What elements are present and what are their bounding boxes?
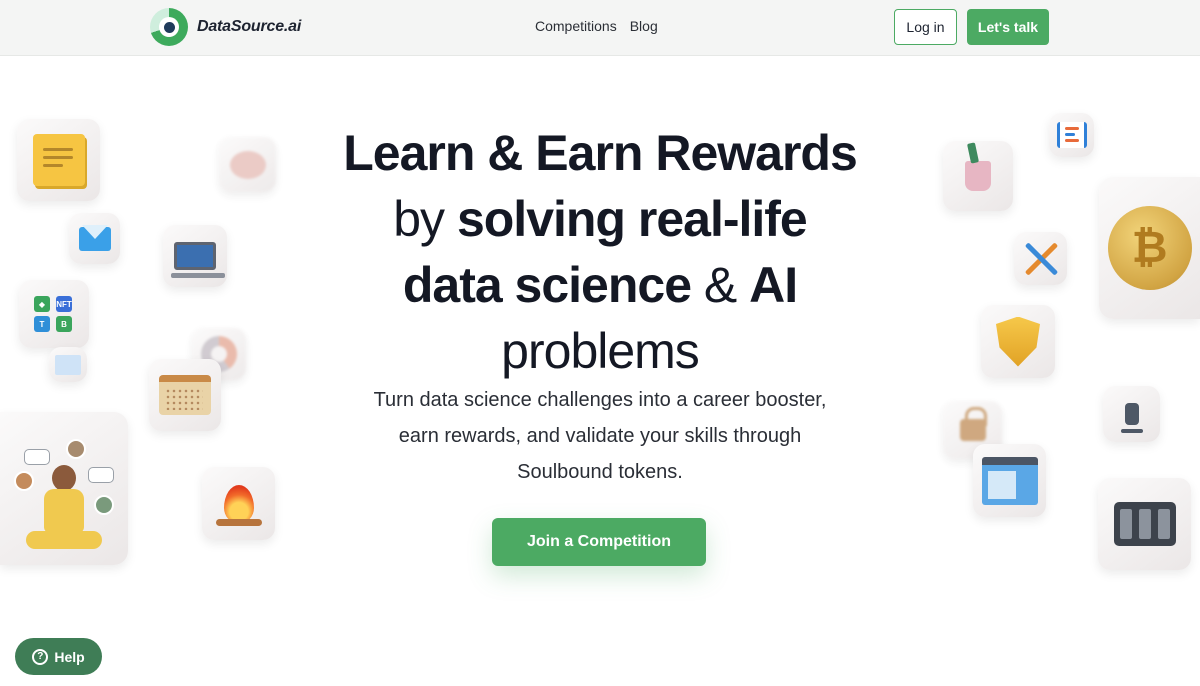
t-token-label: T [34, 316, 50, 332]
help-label: Help [54, 648, 85, 665]
bitcoin-tile: ₿ [1099, 177, 1200, 319]
lets-talk-button[interactable]: Let's talk [967, 9, 1049, 45]
person-meditating-illustration [14, 419, 114, 559]
laptop-tile [163, 225, 227, 287]
envelope-icon [78, 224, 111, 251]
calendar-tile [149, 359, 221, 431]
nav-link-blog[interactable]: Blog [630, 18, 658, 34]
sticky-note-icon [32, 134, 85, 186]
laptop-icon [171, 242, 225, 278]
mail-tile [69, 213, 120, 264]
server-tile [1098, 478, 1191, 570]
browser-window-tile [973, 444, 1046, 517]
join-competition-button[interactable]: Join a Competition [492, 518, 706, 566]
meditation-person-tile [0, 412, 128, 565]
browser-window-icon [981, 456, 1038, 505]
nft-token-label: NFT [56, 296, 72, 312]
line-chart-icon [55, 354, 81, 375]
hero-title-line2-thin: by [393, 191, 457, 247]
main-nav: Competitions Blog [535, 18, 658, 34]
brand-name: DataSource.ai [197, 18, 302, 35]
crypto-tokens-tile: ◆ NFT T B [19, 280, 89, 348]
sticky-note-tile [17, 119, 100, 201]
nav-link-competitions[interactable]: Competitions [535, 18, 617, 34]
hero-title: Learn & Earn Rewards by solving real-lif… [300, 120, 900, 384]
pencil-ruler-icon [1024, 242, 1058, 276]
b-token-label: B [56, 316, 72, 332]
code-tile [1049, 113, 1094, 157]
growth-chart-tile [49, 347, 87, 382]
hero-title-line4: problems [501, 323, 700, 379]
crypto-tokens-icon: ◆ NFT T B [32, 294, 76, 334]
piggy-bank-icon [229, 150, 266, 179]
campfire-icon [215, 484, 262, 526]
bitcoin-coin-icon: ₿ [1107, 206, 1192, 290]
padlock-icon [959, 407, 987, 441]
calendar-icon [159, 375, 211, 415]
login-button[interactable]: Log in [894, 9, 957, 45]
code-braces-icon [1056, 122, 1087, 148]
shield-tile [981, 305, 1055, 378]
piggy-bank-tile [219, 137, 276, 192]
office-chair-icon [1120, 403, 1143, 433]
hero-title-line3-thin: & [691, 257, 750, 313]
tools-tile [1014, 232, 1067, 285]
pencil-cup-tile [943, 141, 1013, 211]
campfire-tile [202, 467, 275, 540]
pencil-cup-icon [965, 161, 991, 191]
datasource-logo-icon [150, 8, 188, 46]
brand-logo[interactable]: DataSource.ai [150, 8, 301, 46]
security-shield-icon [996, 316, 1040, 367]
hero-title-line1: Learn & Earn Rewards [343, 125, 858, 181]
hero-title-line3-bold: data science [402, 257, 692, 313]
help-button[interactable]: ? Help [15, 638, 102, 675]
hero-title-line2-bold: solving real-life [456, 191, 808, 247]
office-chair-tile [1103, 386, 1160, 442]
server-storage-icon [1113, 502, 1176, 546]
hero-title-line3-bold2: AI [749, 257, 798, 313]
top-navbar: DataSource.ai Competitions Blog Log in L… [0, 0, 1200, 56]
hero-subtitle: Turn data science challenges into a care… [373, 389, 827, 483]
help-question-icon: ? [32, 648, 49, 665]
